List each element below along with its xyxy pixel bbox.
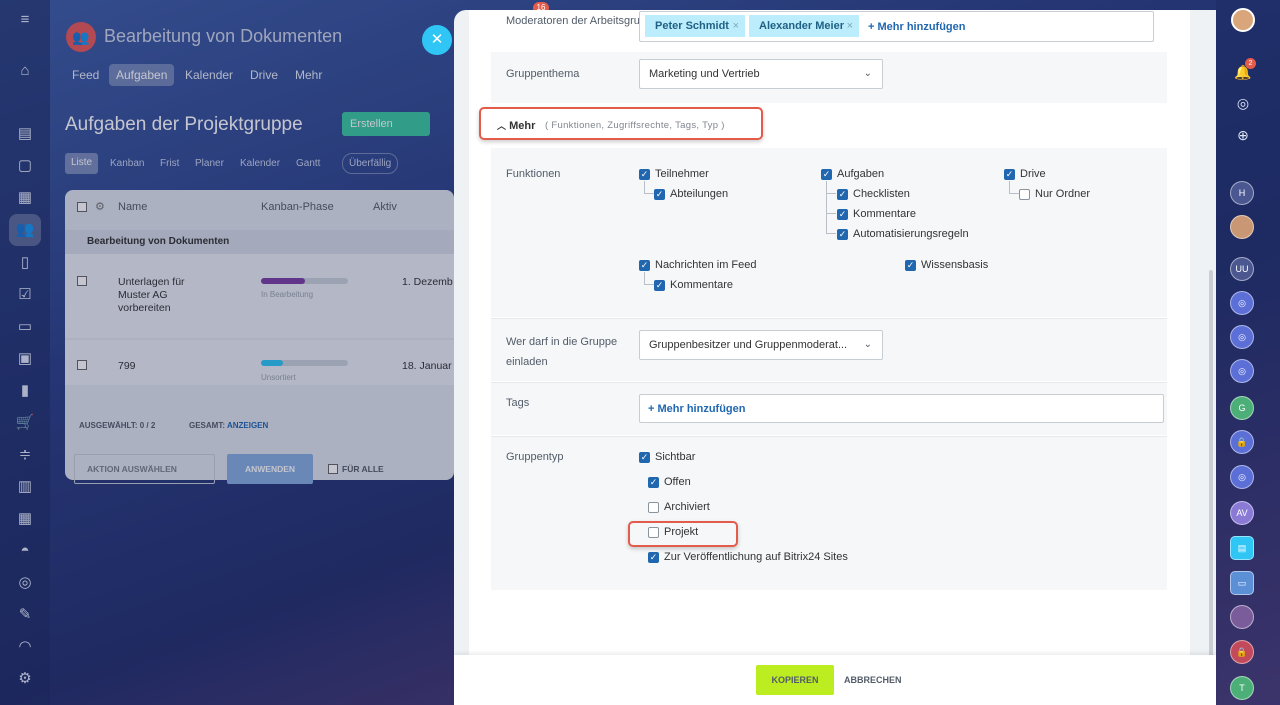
moderator-tag[interactable]: Alexander Meier × [749,15,859,37]
sichtbar-checkbox[interactable]: ✓ [639,452,650,463]
wissensbasis-label: Wissensbasis [921,259,989,271]
scrollbar[interactable] [1209,270,1213,700]
footer-bar [454,655,1216,705]
sites-label: Zur Veröffentlichung auf Bitrix24 Sites [664,551,848,563]
channel-icon[interactable]: ◎ [1230,359,1254,383]
checklisten-label: Checklisten [853,188,910,200]
invite-select[interactable]: Gruppenbesitzer und Gruppenmoderat... ⌄ [639,330,883,360]
chevron-down-icon: ⌄ [863,68,872,79]
archiviert-label: Archiviert [664,501,710,513]
functions-label: Funktionen [506,168,561,180]
moderators-label: Moderatoren der Arbeitsgruppe [506,15,659,27]
teilnehmer-checkbox[interactable]: ✓ [639,169,650,180]
automatisierung-checkbox[interactable]: ✓ [837,229,848,240]
channel-icon[interactable]: ◎ [1230,325,1254,349]
type-label: Gruppentyp [506,451,564,463]
automatisierung-label: Automatisierungsregeln [853,228,969,240]
contact-avatar[interactable]: G [1230,396,1254,420]
contact-avatar[interactable]: T [1230,676,1254,700]
tree-connector [1009,181,1019,194]
tree-connector [826,194,836,214]
cancel-button[interactable]: ABBRECHEN [844,665,902,695]
topic-label: Gruppenthema [506,68,580,80]
abteilungen-label: Abteilungen [670,188,729,200]
nur-ordner-checkbox[interactable] [1019,189,1030,200]
aufgaben-label: Aufgaben [837,168,885,180]
feed-kommentare-checkbox[interactable]: ✓ [654,280,665,291]
remove-tag-icon[interactable]: × [847,15,853,37]
channel-icon[interactable]: ◎ [1230,465,1254,489]
offen-label: Offen [664,476,691,488]
type-section [491,436,1167,590]
invite-label: Wer darf in die Gruppe einladen [506,336,618,368]
highlight-more [479,107,763,140]
user-avatar[interactable] [1231,8,1255,32]
contact-avatar[interactable] [1230,215,1254,239]
channel-icon[interactable]: ◎ [1230,291,1254,315]
contact-avatar[interactable]: AV [1230,501,1254,525]
aufgaben-checkbox[interactable]: ✓ [821,169,832,180]
copilot-icon[interactable]: ◎ [1233,95,1253,115]
moderator-tag[interactable]: Peter Schmidt × [645,15,745,37]
add-moderator-link[interactable]: + Mehr hinzufügen [868,21,965,33]
abteilungen-checkbox[interactable]: ✓ [654,189,665,200]
tags-label: Tags [506,397,530,409]
kommentare-label: Kommentare [853,208,916,220]
sites-checkbox[interactable]: ✓ [648,552,659,563]
checklisten-checkbox[interactable]: ✓ [837,189,848,200]
nur-ordner-label: Nur Ordner [1035,188,1091,200]
tree-connector [644,272,654,285]
archiviert-checkbox[interactable] [648,502,659,513]
nachrichten-label: Nachrichten im Feed [655,259,757,271]
contact-avatar[interactable] [1230,605,1254,629]
copy-button[interactable]: KOPIEREN [756,665,834,695]
close-slider-icon[interactable]: ✕ [422,25,452,55]
feed-kommentare-label: Kommentare [670,279,733,291]
contact-avatar[interactable]: UU [1230,257,1254,281]
lock-icon[interactable]: 🔒 [1230,430,1254,454]
kommentare-checkbox[interactable]: ✓ [837,209,848,220]
highlight-projekt [628,521,738,547]
contact-card-icon[interactable]: ▭ [1230,571,1254,595]
tree-connector [644,181,654,194]
contact-avatar[interactable]: H [1230,181,1254,205]
add-tag-link[interactable]: + Mehr hinzufügen [648,403,745,415]
chevron-down-icon: ⌄ [863,339,872,350]
drive-checkbox[interactable]: ✓ [1004,169,1015,180]
topic-select[interactable]: Marketing und Vertrieb ⌄ [639,59,883,89]
teilnehmer-label: Teilnehmer [655,168,709,180]
remove-tag-icon[interactable]: × [733,15,739,37]
notification-badge: 2 [1245,58,1256,69]
tree-connector [826,181,836,194]
sichtbar-label: Sichtbar [655,451,696,463]
offen-checkbox[interactable]: ✓ [648,477,659,488]
tree-connector [826,214,836,234]
lock-icon[interactable]: 🔒 [1230,640,1254,664]
drive-label: Drive [1020,168,1046,180]
wissensbasis-checkbox[interactable]: ✓ [905,260,916,271]
chat-icon[interactable]: ▤ [1230,536,1254,560]
search-chat-icon[interactable]: ⊕ [1233,127,1253,147]
nachrichten-checkbox[interactable]: ✓ [639,260,650,271]
